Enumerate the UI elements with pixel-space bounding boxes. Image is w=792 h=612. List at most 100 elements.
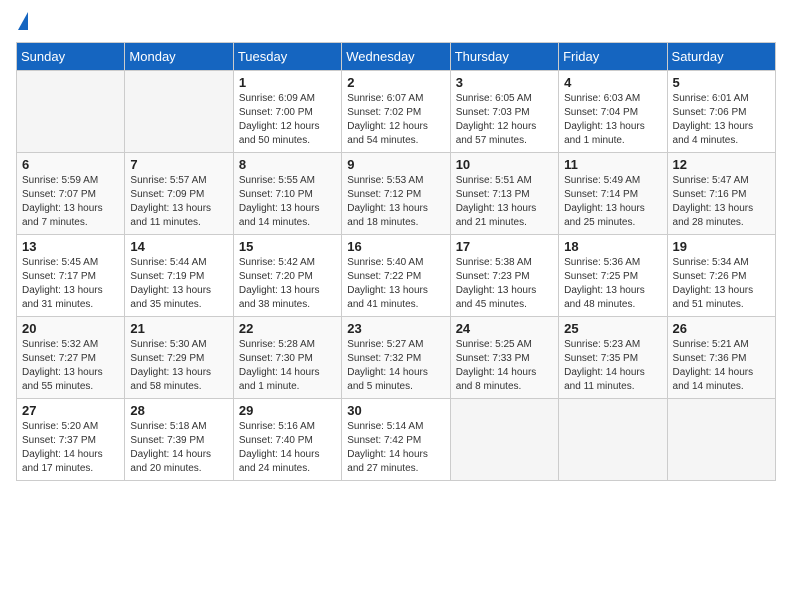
day-info: Sunrise: 5:30 AM Sunset: 7:29 PM Dayligh… — [130, 338, 227, 394]
calendar-week-row: 20 Sunrise: 5:32 AM Sunset: 7:27 PM Dayli… — [17, 317, 776, 399]
day-number: 20 — [22, 321, 119, 336]
calendar-day-cell: 18 Sunrise: 5:36 AM Sunset: 7:25 PM Dayli… — [559, 235, 667, 317]
day-number: 3 — [456, 75, 553, 90]
day-number: 7 — [130, 157, 227, 172]
calendar-day-cell: 14 Sunrise: 5:44 AM Sunset: 7:19 PM Dayli… — [125, 235, 233, 317]
calendar-day-cell: 13 Sunrise: 5:45 AM Sunset: 7:17 PM Dayli… — [17, 235, 125, 317]
calendar-week-row: 27 Sunrise: 5:20 AM Sunset: 7:37 PM Dayli… — [17, 399, 776, 481]
day-number: 13 — [22, 239, 119, 254]
day-info: Sunrise: 5:57 AM Sunset: 7:09 PM Dayligh… — [130, 174, 227, 230]
day-info: Sunrise: 5:51 AM Sunset: 7:13 PM Dayligh… — [456, 174, 553, 230]
day-number: 22 — [239, 321, 336, 336]
day-info: Sunrise: 5:38 AM Sunset: 7:23 PM Dayligh… — [456, 256, 553, 312]
calendar-day-cell: 24 Sunrise: 5:25 AM Sunset: 7:33 PM Dayli… — [450, 317, 558, 399]
header — [16, 16, 776, 30]
day-number: 9 — [347, 157, 444, 172]
calendar-day-cell: 25 Sunrise: 5:23 AM Sunset: 7:35 PM Dayli… — [559, 317, 667, 399]
calendar-table: SundayMondayTuesdayWednesdayThursdayFrid… — [16, 42, 776, 481]
day-number: 27 — [22, 403, 119, 418]
calendar-day-cell: 16 Sunrise: 5:40 AM Sunset: 7:22 PM Dayli… — [342, 235, 450, 317]
calendar-day-cell: 29Sunrise: 5:16 AM Sunset: 7:40 PM Dayli… — [233, 399, 341, 481]
day-number: 23 — [347, 321, 444, 336]
calendar-day-cell: 12 Sunrise: 5:47 AM Sunset: 7:16 PM Dayli… — [667, 153, 775, 235]
calendar-day-cell: 30 Sunrise: 5:14 AM Sunset: 7:42 PM Dayli… — [342, 399, 450, 481]
calendar-day-cell: 2 Sunrise: 6:07 AM Sunset: 7:02 PM Daylig… — [342, 71, 450, 153]
calendar-day-cell — [450, 399, 558, 481]
day-info: Sunrise: 5:14 AM Sunset: 7:42 PM Dayligh… — [347, 420, 444, 476]
day-number: 14 — [130, 239, 227, 254]
day-info: Sunrise: 5:20 AM Sunset: 7:37 PM Dayligh… — [22, 420, 119, 476]
day-info: Sunrise: 5:36 AM Sunset: 7:25 PM Dayligh… — [564, 256, 661, 312]
calendar-day-cell: 28 Sunrise: 5:18 AM Sunset: 7:39 PM Dayli… — [125, 399, 233, 481]
day-number: 5 — [673, 75, 770, 90]
weekday-header-tuesday: Tuesday — [233, 43, 341, 71]
day-info: Sunrise: 5:18 AM Sunset: 7:39 PM Dayligh… — [130, 420, 227, 476]
calendar-week-row: 6 Sunrise: 5:59 AM Sunset: 7:07 PM Daylig… — [17, 153, 776, 235]
calendar-day-cell: 20 Sunrise: 5:32 AM Sunset: 7:27 PM Dayli… — [17, 317, 125, 399]
day-number: 18 — [564, 239, 661, 254]
calendar-day-cell — [559, 399, 667, 481]
calendar-day-cell — [667, 399, 775, 481]
weekday-header-friday: Friday — [559, 43, 667, 71]
day-number: 16 — [347, 239, 444, 254]
day-info: Sunrise: 5:40 AM Sunset: 7:22 PM Dayligh… — [347, 256, 444, 312]
calendar-day-cell: 17 Sunrise: 5:38 AM Sunset: 7:23 PM Dayli… — [450, 235, 558, 317]
day-info: Sunrise: 6:01 AM Sunset: 7:06 PM Dayligh… — [673, 92, 770, 148]
day-number: 8 — [239, 157, 336, 172]
day-number: 19 — [673, 239, 770, 254]
day-info: Sunrise: 6:05 AM Sunset: 7:03 PM Dayligh… — [456, 92, 553, 148]
day-info: Sunrise: 5:45 AM Sunset: 7:17 PM Dayligh… — [22, 256, 119, 312]
calendar-day-cell — [125, 71, 233, 153]
calendar-day-cell: 9Sunrise: 5:53 AM Sunset: 7:12 PM Daylig… — [342, 153, 450, 235]
day-info: Sunrise: 5:44 AM Sunset: 7:19 PM Dayligh… — [130, 256, 227, 312]
calendar-day-cell: 15Sunrise: 5:42 AM Sunset: 7:20 PM Dayli… — [233, 235, 341, 317]
day-info: Sunrise: 5:47 AM Sunset: 7:16 PM Dayligh… — [673, 174, 770, 230]
logo-triangle-icon — [18, 12, 28, 30]
calendar-week-row: 1 Sunrise: 6:09 AM Sunset: 7:00 PM Daylig… — [17, 71, 776, 153]
day-info: Sunrise: 5:21 AM Sunset: 7:36 PM Dayligh… — [673, 338, 770, 394]
calendar-day-cell: 3 Sunrise: 6:05 AM Sunset: 7:03 PM Daylig… — [450, 71, 558, 153]
day-info: Sunrise: 5:27 AM Sunset: 7:32 PM Dayligh… — [347, 338, 444, 394]
day-number: 12 — [673, 157, 770, 172]
calendar-day-cell: 27 Sunrise: 5:20 AM Sunset: 7:37 PM Dayli… — [17, 399, 125, 481]
day-info: Sunrise: 6:03 AM Sunset: 7:04 PM Dayligh… — [564, 92, 661, 148]
day-number: 17 — [456, 239, 553, 254]
day-number: 29 — [239, 403, 336, 418]
day-number: 21 — [130, 321, 227, 336]
weekday-header-thursday: Thursday — [450, 43, 558, 71]
day-number: 30 — [347, 403, 444, 418]
day-info: Sunrise: 5:49 AM Sunset: 7:14 PM Dayligh… — [564, 174, 661, 230]
day-info: Sunrise: 5:55 AM Sunset: 7:10 PM Dayligh… — [239, 174, 336, 230]
day-number: 1 — [239, 75, 336, 90]
weekday-header-sunday: Sunday — [17, 43, 125, 71]
day-info: Sunrise: 6:09 AM Sunset: 7:00 PM Dayligh… — [239, 92, 336, 148]
day-number: 28 — [130, 403, 227, 418]
day-info: Sunrise: 5:42 AM Sunset: 7:20 PM Dayligh… — [239, 256, 336, 312]
day-number: 2 — [347, 75, 444, 90]
day-info: Sunrise: 5:32 AM Sunset: 7:27 PM Dayligh… — [22, 338, 119, 394]
day-info: Sunrise: 5:23 AM Sunset: 7:35 PM Dayligh… — [564, 338, 661, 394]
calendar-day-cell: 1 Sunrise: 6:09 AM Sunset: 7:00 PM Daylig… — [233, 71, 341, 153]
day-number: 26 — [673, 321, 770, 336]
day-number: 4 — [564, 75, 661, 90]
calendar-day-cell: 23 Sunrise: 5:27 AM Sunset: 7:32 PM Dayli… — [342, 317, 450, 399]
day-number: 6 — [22, 157, 119, 172]
calendar-day-cell: 7 Sunrise: 5:57 AM Sunset: 7:09 PM Daylig… — [125, 153, 233, 235]
day-number: 25 — [564, 321, 661, 336]
calendar-day-cell: 26 Sunrise: 5:21 AM Sunset: 7:36 PM Dayli… — [667, 317, 775, 399]
calendar-day-cell: 10Sunrise: 5:51 AM Sunset: 7:13 PM Dayli… — [450, 153, 558, 235]
day-info: Sunrise: 5:59 AM Sunset: 7:07 PM Dayligh… — [22, 174, 119, 230]
calendar-day-cell: 6 Sunrise: 5:59 AM Sunset: 7:07 PM Daylig… — [17, 153, 125, 235]
calendar-day-cell: 19 Sunrise: 5:34 AM Sunset: 7:26 PM Dayli… — [667, 235, 775, 317]
calendar-day-cell: 4 Sunrise: 6:03 AM Sunset: 7:04 PM Daylig… — [559, 71, 667, 153]
day-info: Sunrise: 5:34 AM Sunset: 7:26 PM Dayligh… — [673, 256, 770, 312]
day-info: Sunrise: 5:25 AM Sunset: 7:33 PM Dayligh… — [456, 338, 553, 394]
calendar-day-cell — [17, 71, 125, 153]
logo — [16, 16, 28, 30]
calendar-week-row: 13 Sunrise: 5:45 AM Sunset: 7:17 PM Dayli… — [17, 235, 776, 317]
weekday-header-saturday: Saturday — [667, 43, 775, 71]
weekday-header-monday: Monday — [125, 43, 233, 71]
day-number: 24 — [456, 321, 553, 336]
calendar-day-cell: 5 Sunrise: 6:01 AM Sunset: 7:06 PM Daylig… — [667, 71, 775, 153]
day-info: Sunrise: 6:07 AM Sunset: 7:02 PM Dayligh… — [347, 92, 444, 148]
